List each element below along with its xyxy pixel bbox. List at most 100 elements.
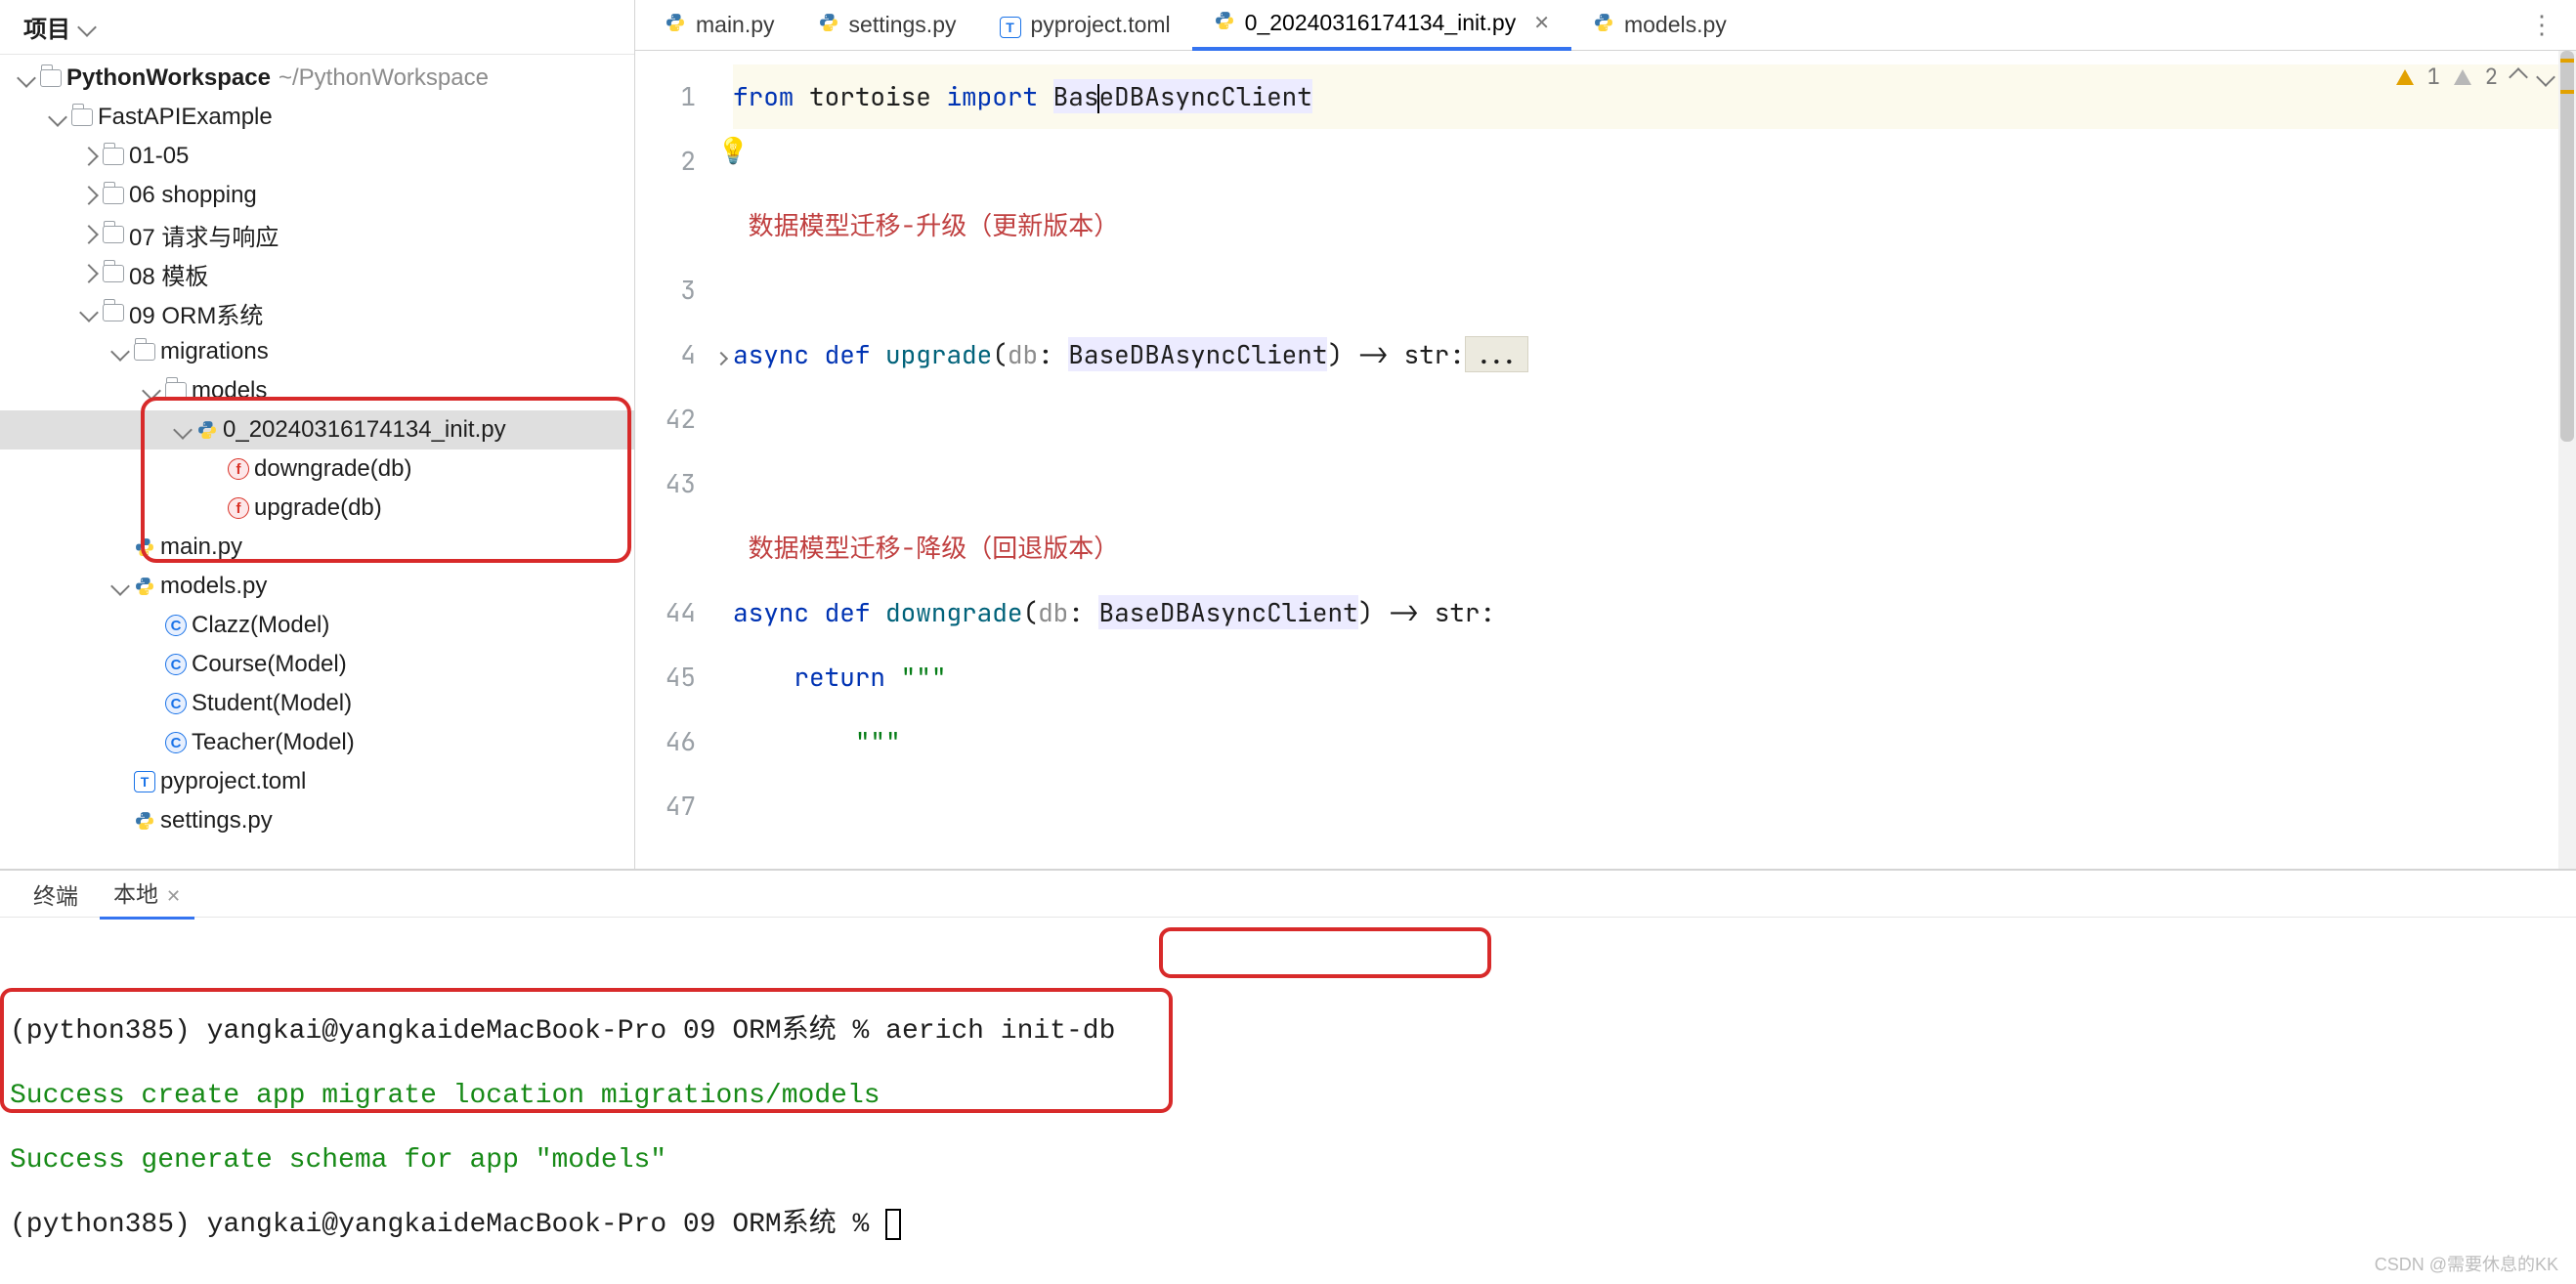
line-number[interactable]	[635, 516, 709, 580]
editor-tabs[interactable]: main.pysettings.pyTpyproject.toml0_20240…	[635, 0, 2576, 51]
twisty-icon[interactable]	[109, 345, 131, 359]
fold-handle[interactable]	[709, 193, 733, 258]
tree-item[interactable]: models	[0, 371, 634, 410]
editor-scrollbar[interactable]	[2558, 51, 2576, 869]
fold-handle[interactable]	[709, 774, 733, 838]
code-line[interactable]	[733, 258, 2576, 322]
scrollbar-marker[interactable]	[2560, 59, 2574, 63]
inspection-widget[interactable]: 1 2	[2396, 63, 2553, 91]
code-line[interactable]: async def upgrade(db: BaseDBAsyncClient)…	[733, 322, 2576, 387]
twisty-icon[interactable]	[16, 71, 37, 85]
tree-item[interactable]: fupgrade(db)	[0, 489, 634, 528]
line-number[interactable]: 45	[635, 645, 709, 709]
tree-item[interactable]: 0_20240316174134_init.py	[0, 410, 634, 449]
fold-handle[interactable]	[709, 387, 733, 451]
fold-handle[interactable]	[709, 64, 733, 129]
twisty-icon[interactable]	[78, 306, 100, 320]
close-icon[interactable]: ✕	[1533, 11, 1550, 35]
tree-item[interactable]: 08 模板	[0, 254, 634, 293]
code-line[interactable]: from tortoise import BaseDBAsyncClient	[733, 64, 2576, 129]
code-line[interactable]: return """	[733, 645, 2576, 709]
tree-label: migrations	[158, 338, 269, 365]
tree-item[interactable]: CCourse(Model)	[0, 645, 634, 684]
code-line[interactable]: """	[733, 709, 2576, 774]
twisty-icon[interactable]	[109, 579, 131, 593]
code-line[interactable]	[733, 451, 2576, 516]
editor-tab[interactable]: settings.py	[796, 0, 978, 51]
line-number[interactable]: 42	[635, 387, 709, 451]
prev-highlight-icon[interactable]	[2509, 67, 2528, 87]
twisty-icon[interactable]	[47, 110, 68, 124]
intention-bulb-icon[interactable]: 💡	[717, 133, 749, 167]
code-line[interactable]: async def downgrade(db: BaseDBAsyncClien…	[733, 580, 2576, 645]
tree-item[interactable]: 06 shopping	[0, 176, 634, 215]
code-area[interactable]: from tortoise import BaseDBAsyncClient 数…	[733, 51, 2576, 869]
editor-pane: main.pysettings.pyTpyproject.toml0_20240…	[635, 0, 2576, 869]
twisty-icon[interactable]	[78, 150, 100, 163]
fold-handle[interactable]	[709, 322, 733, 387]
tree-item[interactable]: CClazz(Model)	[0, 606, 634, 645]
fold-handle[interactable]	[709, 516, 733, 580]
next-highlight-icon[interactable]	[2536, 67, 2555, 87]
tab-menu-icon[interactable]: ⋮	[2508, 10, 2576, 40]
class-icon: C	[162, 615, 190, 636]
editor-body[interactable]: 1234424344454647 from tortoise import Ba…	[635, 51, 2576, 869]
line-number[interactable]: 44	[635, 580, 709, 645]
tree-label: downgrade(db)	[252, 455, 411, 483]
line-number[interactable]: 2	[635, 129, 709, 193]
tree-item[interactable]: Tpyproject.toml	[0, 762, 634, 801]
terminal-body[interactable]: (python385) yangkai@yangkaideMacBook-Pro…	[0, 918, 2576, 1284]
tree-item[interactable]: fdowngrade(db)	[0, 449, 634, 489]
editor-tab[interactable]: 0_20240316174134_init.py ✕	[1192, 0, 1571, 51]
editor-tab[interactable]: Tpyproject.toml	[978, 0, 1192, 51]
terminal-tab-session[interactable]: 本地✕	[100, 868, 194, 920]
scrollbar-marker[interactable]	[2560, 90, 2574, 94]
fold-handle[interactable]	[709, 258, 733, 322]
code-line[interactable]	[733, 387, 2576, 451]
warning-count: 1	[2427, 63, 2440, 91]
fold-column[interactable]	[709, 51, 733, 869]
line-number[interactable]	[635, 193, 709, 258]
tab-label: 0_20240316174134_init.py	[1245, 10, 1517, 36]
project-tree[interactable]: PythonWorkspace ~/PythonWorkspace FastAP…	[0, 55, 634, 869]
tree-item[interactable]: FastAPIExample	[0, 98, 634, 137]
terminal-tabs[interactable]: 终端 本地✕	[0, 871, 2576, 918]
tree-item[interactable]: 01-05	[0, 137, 634, 176]
gutter[interactable]: 12 344243 44454647	[635, 51, 709, 869]
editor-tab[interactable]: models.py	[1571, 0, 1748, 51]
tree-root[interactable]: PythonWorkspace ~/PythonWorkspace	[0, 59, 634, 98]
twisty-icon[interactable]	[78, 267, 100, 280]
line-number[interactable]: 1	[635, 64, 709, 129]
scrollbar-thumb[interactable]	[2560, 51, 2574, 442]
code-line[interactable]	[733, 774, 2576, 838]
code-line[interactable]: 数据模型迁移-升级（更新版本）	[733, 193, 2576, 258]
code-line[interactable]: 数据模型迁移-降级（回退版本）	[733, 516, 2576, 580]
twisty-icon[interactable]	[172, 423, 193, 437]
tree-item[interactable]: models.py	[0, 567, 634, 606]
line-number[interactable]: 43	[635, 451, 709, 516]
fold-handle[interactable]	[709, 580, 733, 645]
twisty-icon[interactable]	[78, 189, 100, 202]
tree-item[interactable]: CTeacher(Model)	[0, 723, 634, 762]
line-number[interactable]: 3	[635, 258, 709, 322]
code-line[interactable]	[733, 129, 2576, 193]
fold-handle[interactable]	[709, 709, 733, 774]
project-header[interactable]: 项目	[0, 0, 634, 55]
tree-item[interactable]: 07 请求与响应	[0, 215, 634, 254]
tree-label: Student(Model)	[190, 690, 352, 717]
tree-item[interactable]: CStudent(Model)	[0, 684, 634, 723]
close-icon[interactable]: ✕	[166, 886, 181, 906]
tree-item[interactable]: main.py	[0, 528, 634, 567]
tree-item[interactable]: settings.py	[0, 801, 634, 840]
twisty-icon[interactable]	[141, 384, 162, 398]
line-number[interactable]: 4	[635, 322, 709, 387]
editor-tab[interactable]: main.py	[643, 0, 796, 51]
fold-handle[interactable]	[709, 451, 733, 516]
tree-item[interactable]: 09 ORM系统	[0, 293, 634, 332]
line-number[interactable]: 47	[635, 774, 709, 838]
twisty-icon[interactable]	[78, 228, 100, 241]
fold-handle[interactable]	[709, 645, 733, 709]
terminal-tab-main[interactable]: 终端	[20, 870, 92, 919]
line-number[interactable]: 46	[635, 709, 709, 774]
tree-item[interactable]: migrations	[0, 332, 634, 371]
